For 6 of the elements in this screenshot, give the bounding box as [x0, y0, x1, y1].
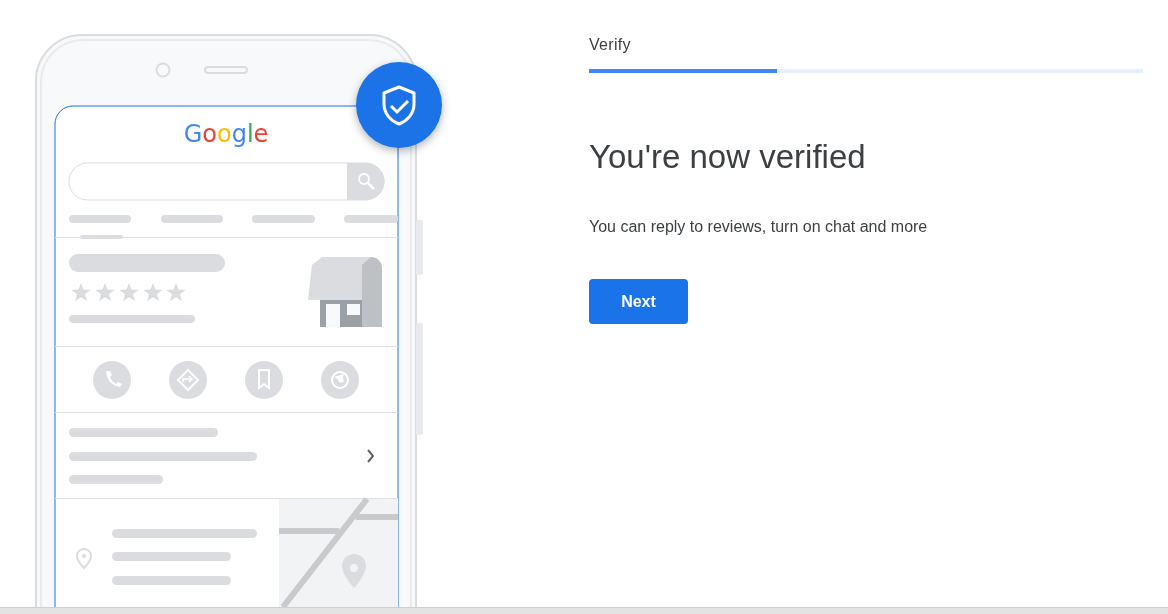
shield-check-icon	[356, 62, 442, 148]
step-label: Verify	[589, 35, 631, 55]
google-logo: Google	[183, 120, 269, 148]
heading: You're now verified	[589, 137, 866, 177]
description: You can reply to reviews, turn on chat and more	[589, 217, 928, 237]
next-button[interactable]: Next	[589, 279, 688, 324]
